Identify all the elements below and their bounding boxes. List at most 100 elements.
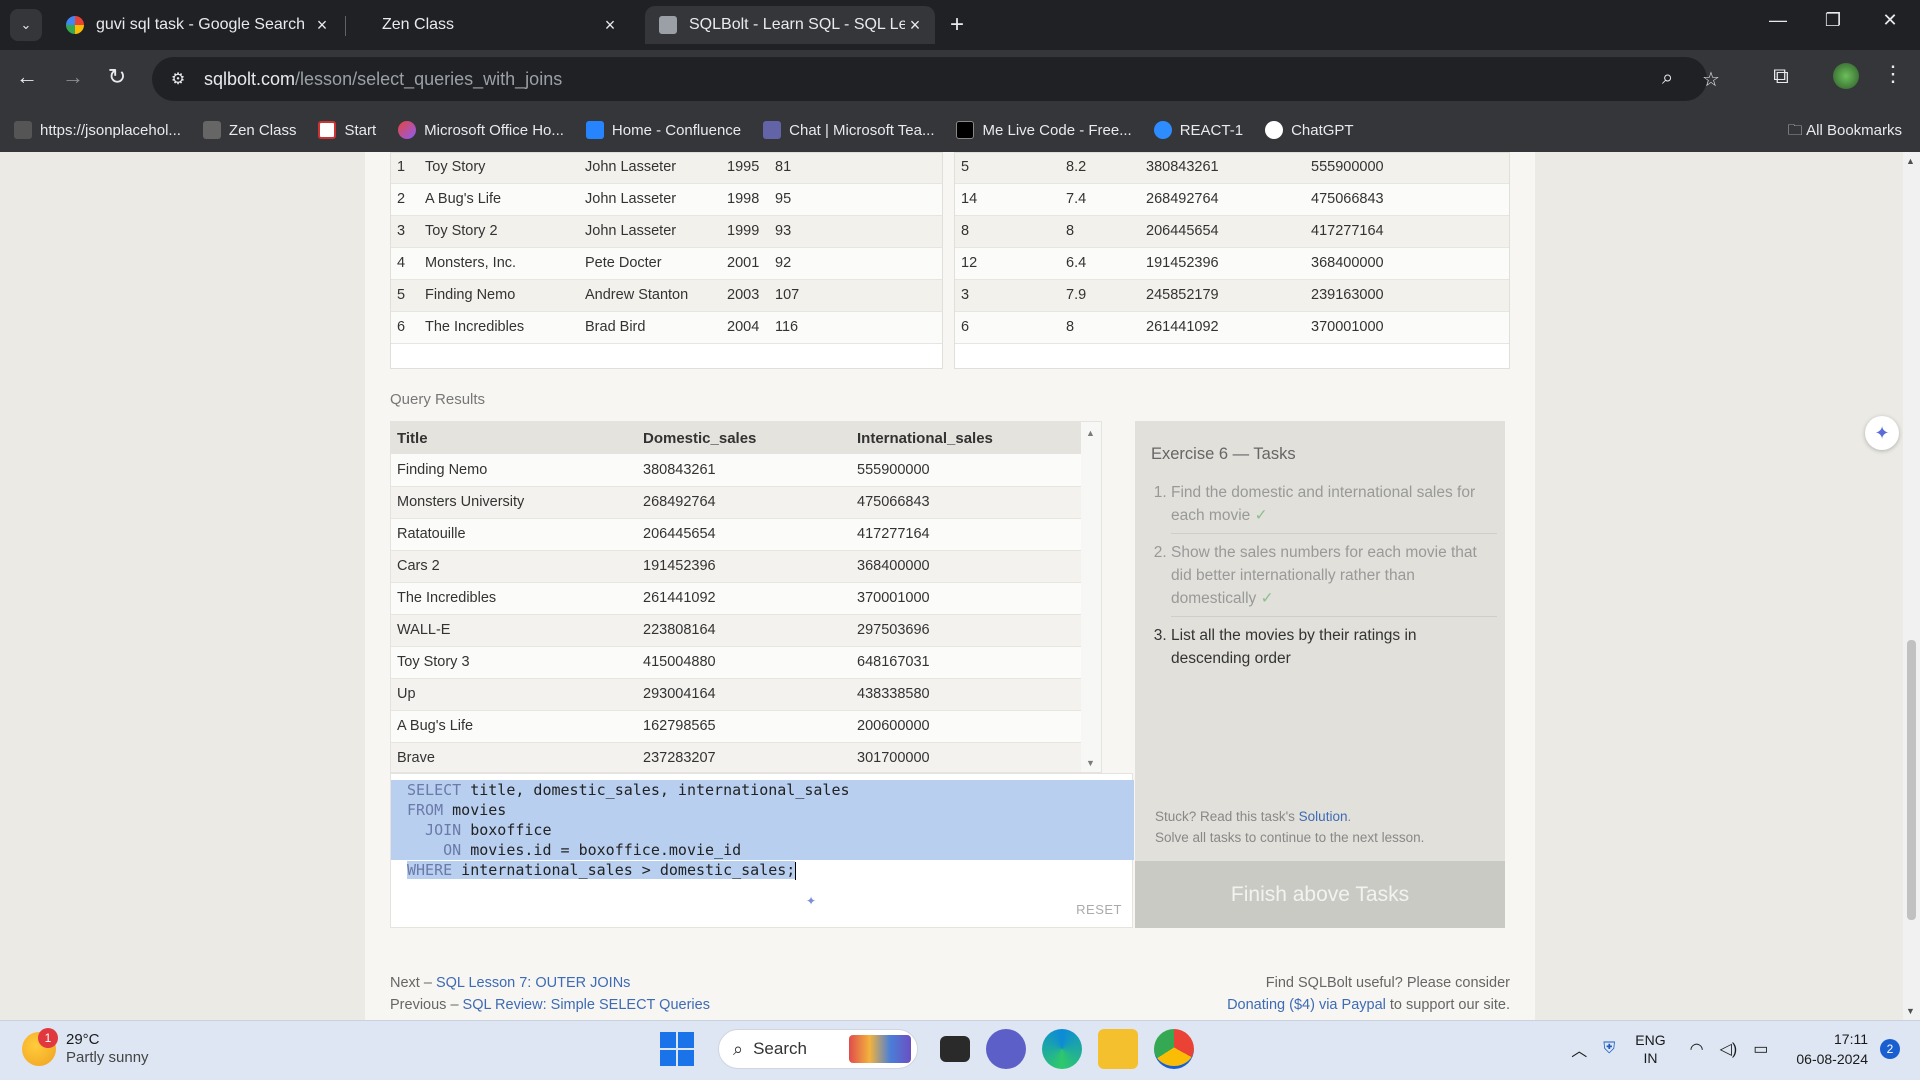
site-info-icon[interactable]: ⚙ xyxy=(166,69,190,89)
result-cell: 301700000 xyxy=(851,742,1081,772)
check-icon: ✓ xyxy=(1256,590,1274,607)
notification-badge[interactable]: 2 xyxy=(1880,1039,1900,1059)
table-cell: 6 xyxy=(955,311,1060,344)
scroll-down-icon[interactable]: ▼ xyxy=(1086,758,1095,768)
result-cell: 293004164 xyxy=(637,678,851,711)
next-lesson-link[interactable]: SQL Lesson 7: OUTER JOINs xyxy=(436,975,630,991)
bookmark-start[interactable]: Start xyxy=(318,121,376,139)
check-icon: ✓ xyxy=(1250,507,1268,524)
table-cell: 5 xyxy=(391,279,419,312)
chrome-icon[interactable] xyxy=(1154,1029,1194,1069)
new-tab-button[interactable]: + xyxy=(950,12,964,38)
bookmark-confluence[interactable]: Home - Confluence xyxy=(585,121,741,139)
solution-link[interactable]: Solution xyxy=(1299,809,1348,824)
close-tab-icon[interactable]: × xyxy=(600,15,620,36)
wifi-icon[interactable]: ◠ xyxy=(1690,1039,1704,1059)
security-shield-icon[interactable]: ⛨ xyxy=(1603,1040,1615,1058)
file-explorer-icon[interactable] xyxy=(1098,1029,1138,1069)
close-tab-icon[interactable]: × xyxy=(905,15,925,36)
tab-search-button[interactable]: ⌄ xyxy=(10,9,42,41)
sql-keyword: SELECT xyxy=(407,781,462,799)
close-window-button[interactable]: ✕ xyxy=(1870,10,1910,31)
zoom-icon[interactable]: ⌕ xyxy=(1662,67,1673,90)
code-line[interactable]: FROM movies xyxy=(391,800,1134,820)
donate-link[interactable]: Donating ($4) via Paypal xyxy=(1227,997,1386,1013)
bookmark-favicon xyxy=(956,121,975,139)
result-row: Up 293004164 438338580 xyxy=(391,678,1081,711)
address-bar[interactable]: ⚙ sqlbolt.com/lesson/select_queries_with… xyxy=(152,57,1720,101)
page-scrollbar[interactable]: ▲ ▼ xyxy=(1903,152,1920,1020)
weather-temp: 29°C xyxy=(66,1031,100,1048)
sql-editor[interactable]: SELECT title, domestic_sales, internatio… xyxy=(390,773,1134,928)
tab-sqlbolt[interactable]: SQLBolt - Learn SQL - SQL Lesson × xyxy=(645,6,935,44)
finish-tasks-button[interactable]: Finish above Tasks xyxy=(1135,861,1505,928)
menu-icon[interactable]: ⋮ xyxy=(1878,61,1908,87)
bookmark-jsonplaceholder[interactable]: https://jsonplacehol... xyxy=(14,121,181,139)
table-cell: Pete Docter xyxy=(579,247,721,280)
sql-code[interactable]: SELECT title, domestic_sales, internatio… xyxy=(391,780,1134,880)
minimize-button[interactable]: — xyxy=(1758,10,1798,31)
clock[interactable]: 17:11 06-08-2024 xyxy=(1796,1029,1868,1069)
table-cell: 95 xyxy=(769,183,942,216)
table-cell: 6.4 xyxy=(1060,247,1140,280)
previous-lesson-link[interactable]: SQL Review: Simple SELECT Queries xyxy=(463,997,710,1013)
windows-taskbar: 1 29°C Partly sunny ⌕ Search ︿ ⛨ ENG IN … xyxy=(0,1020,1920,1080)
folder-icon: 🗀 xyxy=(1787,122,1803,139)
language-indicator[interactable]: ENG IN xyxy=(1635,1031,1665,1067)
extensions-icon[interactable]: ⧉ xyxy=(1766,63,1796,89)
profile-avatar[interactable] xyxy=(1831,63,1861,95)
table-cell: A Bug's Life xyxy=(419,183,579,216)
bookmark-chatgpt[interactable]: ChatGPT xyxy=(1265,121,1354,139)
battery-icon[interactable]: ▭ xyxy=(1753,1039,1768,1059)
reset-button[interactable]: RESET xyxy=(1076,902,1122,917)
edge-icon[interactable] xyxy=(1042,1029,1082,1069)
ai-assistant-icon[interactable]: ✦ xyxy=(1865,416,1899,450)
volume-icon[interactable]: ◁) xyxy=(1720,1039,1738,1059)
forward-button[interactable]: → xyxy=(58,64,88,90)
browser-chrome: ⌄ guvi sql task - Google Search × Zen Cl… xyxy=(0,0,1920,152)
bookmark-react[interactable]: REACT-1 xyxy=(1153,121,1243,139)
code-line[interactable]: WHERE international_sales > domestic_sal… xyxy=(391,860,1134,880)
scroll-down-icon[interactable]: ▼ xyxy=(1906,1006,1915,1016)
bookmark-zen-class[interactable]: Zen Class xyxy=(202,121,296,139)
weather-widget[interactable]: 1 29°C Partly sunny xyxy=(22,1028,149,1067)
code-line[interactable]: SELECT title, domestic_sales, internatio… xyxy=(391,780,1134,800)
reload-button[interactable]: ↻ xyxy=(102,64,132,90)
table-cell: 14 xyxy=(955,183,1060,216)
task-view-icon[interactable] xyxy=(940,1036,970,1062)
tab-zen-class[interactable]: Zen Class × xyxy=(350,6,630,44)
close-tab-icon[interactable]: × xyxy=(312,15,332,36)
back-button[interactable]: ← xyxy=(12,64,42,90)
results-scrollbar[interactable]: ▲ ▼ xyxy=(1081,422,1101,772)
code-line[interactable]: ON movies.id = boxoffice.movie_id xyxy=(391,840,1134,860)
bookmark-office[interactable]: Microsoft Office Ho... xyxy=(398,121,564,139)
start-button[interactable] xyxy=(660,1032,694,1066)
bookmark-teams[interactable]: Chat | Microsoft Tea... xyxy=(763,121,934,139)
sql-keyword: FROM xyxy=(407,801,444,819)
taskbar-search[interactable]: ⌕ Search xyxy=(718,1029,918,1069)
table-cell: 1995 xyxy=(721,153,769,184)
table-cell: John Lasseter xyxy=(579,153,721,184)
column-header: International_sales xyxy=(851,422,1081,454)
result-cell: 648167031 xyxy=(851,646,1081,679)
result-row: Ratatouille 206445654 417277164 xyxy=(391,518,1081,551)
result-row: Cars 2 191452396 368400000 xyxy=(391,550,1081,583)
url-text[interactable]: sqlbolt.com/lesson/select_queries_with_j… xyxy=(204,69,562,90)
table-cell: 7.9 xyxy=(1060,279,1140,312)
task-item: Find the domestic and international sale… xyxy=(1171,474,1497,534)
query-results-table[interactable]: Title Domestic_sales International_sales F… xyxy=(390,421,1102,773)
code-line[interactable]: JOIN boxoffice xyxy=(391,820,1134,840)
chevron-up-icon[interactable]: ︿ xyxy=(1571,1037,1587,1061)
scrollbar-thumb[interactable] xyxy=(1907,640,1916,920)
all-bookmarks-button[interactable]: 🗀 All Bookmarks xyxy=(1788,120,1902,145)
table-cell: 5 xyxy=(955,153,1060,184)
scroll-up-icon[interactable]: ▲ xyxy=(1906,156,1915,166)
restore-button[interactable]: ❐ xyxy=(1813,10,1853,31)
table-cell: Toy Story xyxy=(419,153,579,184)
result-cell: Monsters University xyxy=(391,486,637,519)
bookmark-me-live-code[interactable]: Me Live Code - Free... xyxy=(956,121,1132,139)
tab-google-search[interactable]: guvi sql task - Google Search × xyxy=(52,6,342,44)
scroll-up-icon[interactable]: ▲ xyxy=(1086,428,1095,438)
bookmark-star-icon[interactable]: ☆ xyxy=(1702,67,1720,92)
teams-chat-icon[interactable] xyxy=(986,1029,1026,1069)
